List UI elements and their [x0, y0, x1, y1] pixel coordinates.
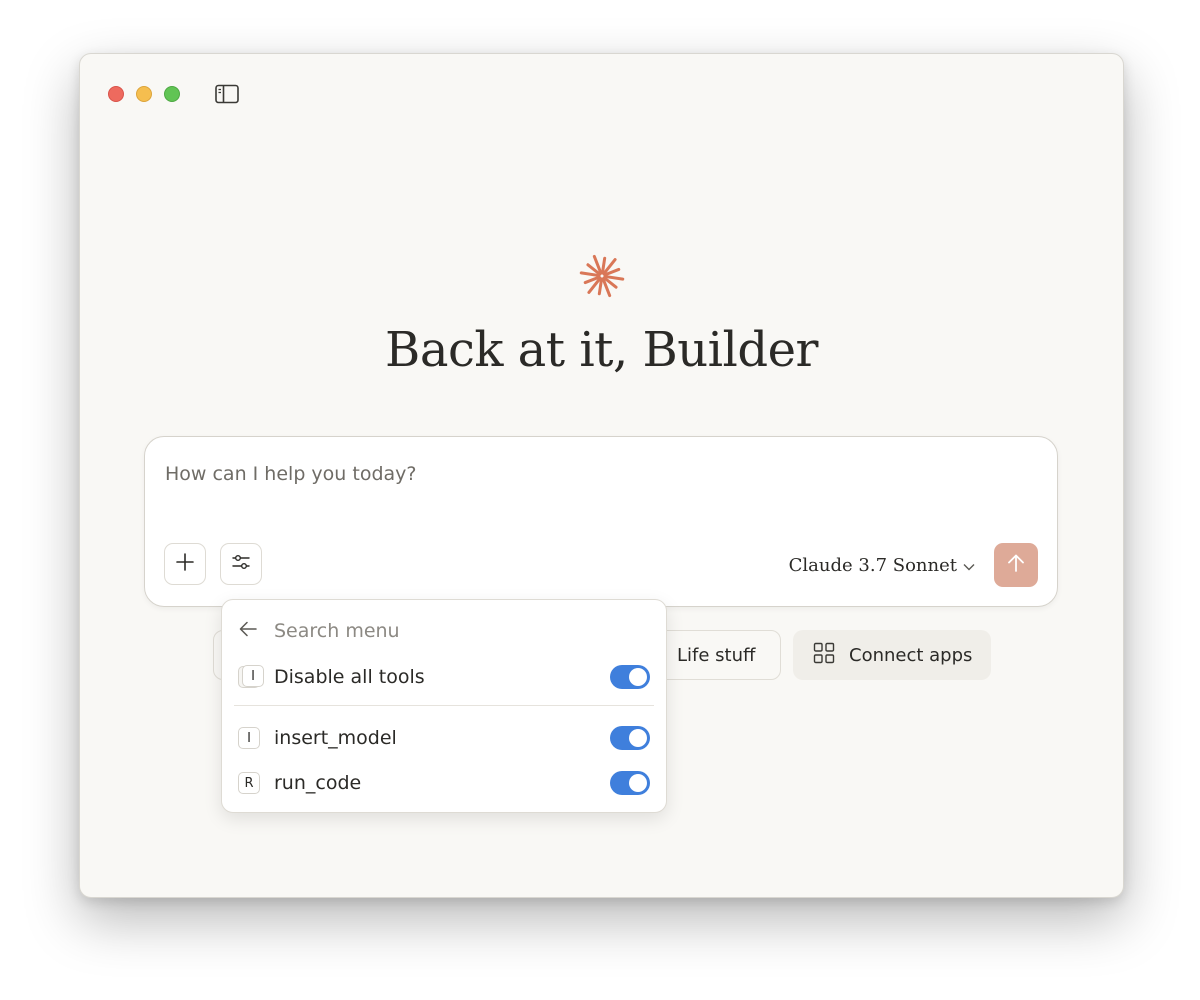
- arrow-left-icon[interactable]: [238, 620, 258, 642]
- tools-stack-badge: I: [238, 665, 264, 689]
- plus-icon: [175, 552, 195, 576]
- add-attachment-button[interactable]: [164, 543, 206, 585]
- sidebar-icon[interactable]: [215, 84, 239, 104]
- tool-row-run-code[interactable]: R run_code: [238, 768, 650, 798]
- send-button[interactable]: [994, 543, 1038, 587]
- sparkle-logo-icon: [578, 252, 626, 300]
- app-window: Back at it, Builder Claude 3.7 Sonnet Li…: [79, 53, 1124, 898]
- tools-menu: I Disable all tools I insert_model R run…: [221, 599, 667, 813]
- greeting-heading: Back at it, Builder: [385, 322, 818, 378]
- tools-button[interactable]: [220, 543, 262, 585]
- insert-model-toggle[interactable]: [610, 726, 650, 750]
- tool-row-insert-model[interactable]: I insert_model: [238, 723, 650, 753]
- zoom-window-button[interactable]: [164, 86, 180, 102]
- tool-label: insert_model: [274, 727, 397, 749]
- search-menu-input[interactable]: [274, 620, 614, 642]
- run-code-toggle[interactable]: [610, 771, 650, 795]
- menu-divider: [234, 705, 654, 706]
- grid-icon: [813, 642, 835, 669]
- menu-search: [238, 620, 614, 642]
- disable-all-tools-label: Disable all tools: [274, 666, 425, 688]
- tool-badge: R: [238, 772, 260, 794]
- arrow-up-icon: [1007, 553, 1025, 577]
- disable-all-tools-toggle[interactable]: [610, 665, 650, 689]
- disable-all-tools-row[interactable]: I Disable all tools: [238, 662, 650, 692]
- prompt-input[interactable]: [165, 463, 1025, 485]
- tool-badge: I: [238, 727, 260, 749]
- chip-label: Life stuff: [677, 644, 756, 666]
- tool-label: run_code: [274, 772, 362, 794]
- chip-label: Connect apps: [849, 644, 973, 666]
- model-selector[interactable]: Claude 3.7 Sonnet: [789, 555, 975, 576]
- sliders-icon: [231, 552, 251, 576]
- composer: Claude 3.7 Sonnet: [144, 436, 1058, 607]
- connect-apps-button[interactable]: Connect apps: [793, 630, 991, 680]
- model-label: Claude 3.7 Sonnet: [788, 555, 957, 576]
- close-window-button[interactable]: [108, 86, 124, 102]
- minimize-window-button[interactable]: [136, 86, 152, 102]
- chevron-down-icon: [963, 555, 975, 576]
